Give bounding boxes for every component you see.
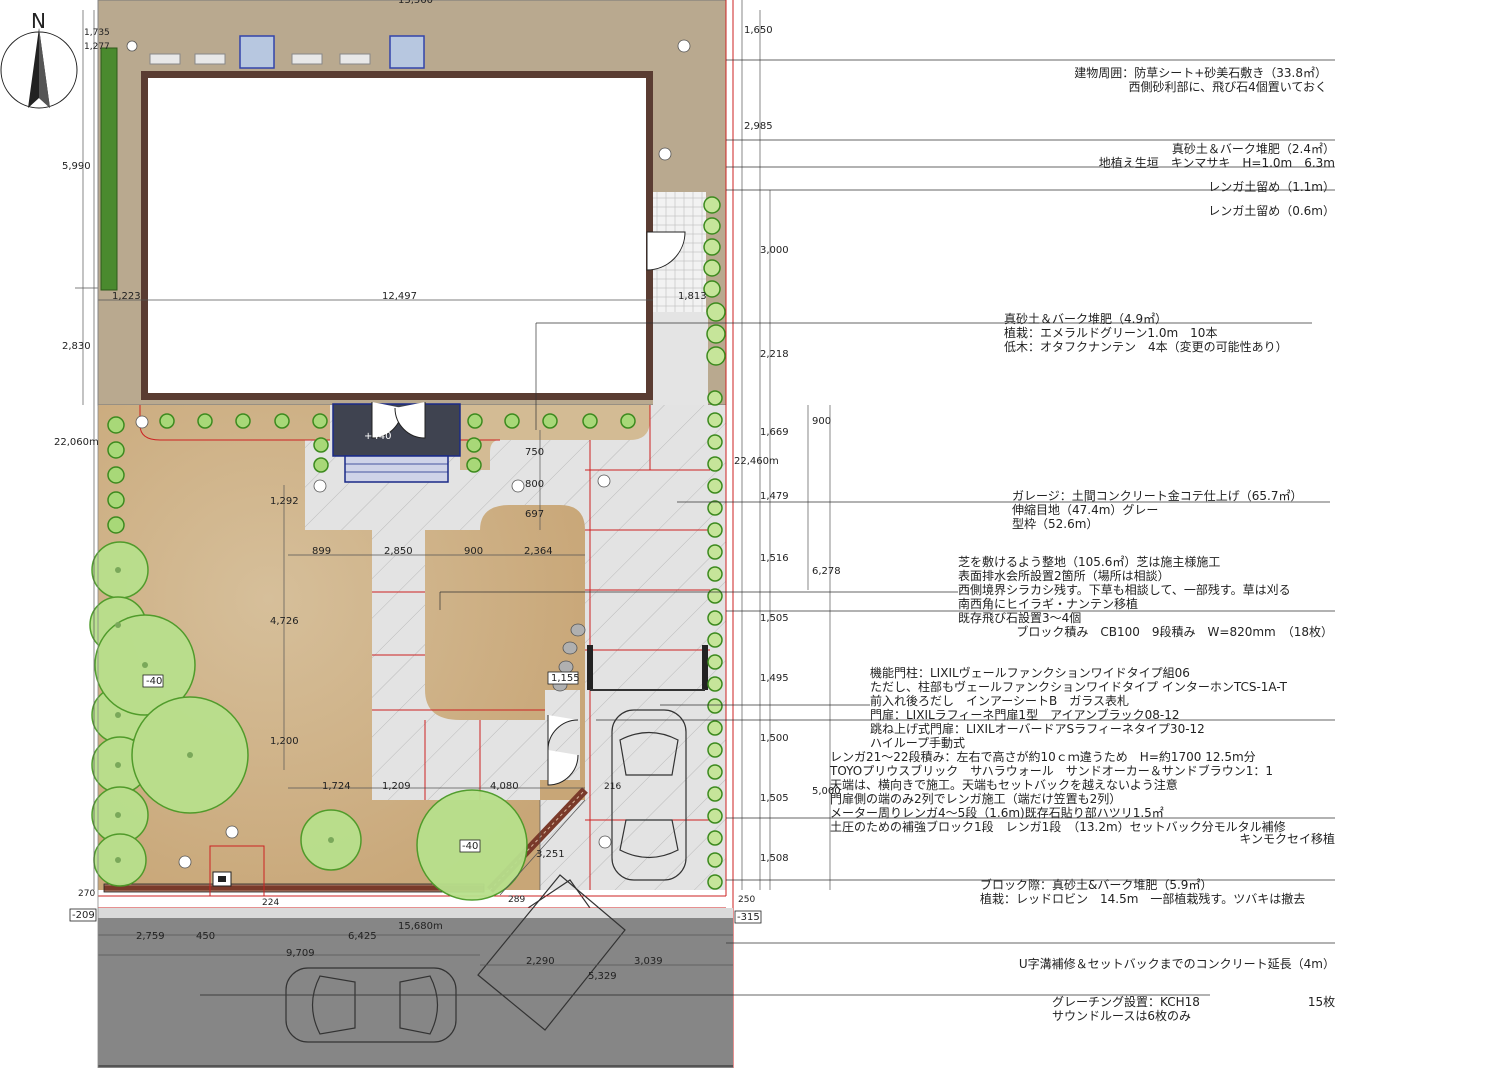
dim-right-5: 1,669: [760, 427, 789, 438]
note-brick-retaining-2: レンガ土留め（0.6m）: [1208, 204, 1335, 218]
hedge-strip: [101, 48, 117, 290]
dim-inner-6: 750: [525, 447, 545, 458]
dim-inner-9: 4,726: [270, 616, 299, 627]
level-road-right: -315: [737, 912, 760, 923]
entrance-level: +440: [364, 431, 392, 442]
dim-inner-11: 1,200: [270, 736, 299, 747]
dim-inner-1: 1,292: [270, 496, 299, 507]
dim-road-6: 15,680m: [398, 921, 443, 932]
north-arrow-icon: [0, 28, 78, 109]
south-block-wall: [103, 883, 485, 893]
dim-right-1: 1,650: [744, 25, 773, 36]
north-label: N: [31, 9, 46, 33]
dim-inner-8: 697: [525, 509, 545, 520]
dim-inner-3: 2,850: [384, 546, 413, 557]
dim-right-3: 3,000: [760, 245, 789, 256]
dim-left-4: 2,830: [62, 341, 91, 352]
dim-right-6278: 6,278: [812, 566, 841, 577]
dim-inner-10: 1,155: [551, 673, 580, 684]
level-lawn-right: -40: [462, 841, 479, 852]
dim-inner-14: 4,080: [490, 781, 519, 792]
dim-right-900: 900: [812, 416, 832, 427]
dim-inner-13: 1,209: [382, 781, 411, 792]
dim-right-9: 1,495: [760, 673, 789, 684]
dim-right-10: 1,500: [760, 733, 789, 744]
building-right-dim: 1,813: [678, 291, 707, 302]
dim-inner-7: 800: [525, 479, 545, 490]
dim-road-5: 6,425: [348, 931, 377, 942]
dim-left-2: 1,277: [84, 42, 110, 52]
building-width-dim: 12,497: [382, 291, 417, 302]
dim-right-total: 22,460m: [734, 456, 779, 467]
dim-right-250: 250: [738, 895, 756, 905]
dim-right-12: 1,508: [760, 853, 789, 864]
dim-road-7: 2,290: [526, 956, 555, 967]
note-grating: グレーチング設置：KCH18 15枚 サウンドルースは6枚のみ: [1052, 995, 1336, 1023]
dim-road-8: 3,039: [634, 956, 663, 967]
note-building-perimeter: 建物周囲：防草シート+砂美石敷き（33.8㎡） 西側砂利部に、飛び石4個置いておく: [1074, 66, 1327, 94]
dim-left-total: 22,060m: [54, 437, 99, 448]
level-lawn-left: -40: [146, 676, 163, 687]
note-block-edge-planting: ブロック際：真砂土&バーク堆肥（5.9㎡） 植栽：レッドロビン 14.5m 一部植…: [980, 878, 1306, 906]
note-brick-wall: レンガ21～22段積み：左右で高さが約10ｃｍ違うため H=約1700 12.5…: [830, 750, 1286, 834]
dim-inner-17: 289: [508, 895, 526, 905]
dim-road-4: 9,709: [286, 948, 315, 959]
dim-inner-5: 2,364: [524, 546, 553, 557]
note-east-planting: 真砂土＆バーク堆肥（4.9㎡） 植栽：エメラルドグリーン1.0m 10本 低木：オタ…: [1004, 312, 1288, 354]
dim-inner-15: 216: [604, 782, 622, 792]
dim-right-7: 1,516: [760, 553, 789, 564]
dim-inner-2: 899: [312, 546, 332, 557]
dim-left-1: 1,735: [84, 28, 110, 38]
dim-right-11: 1,505: [760, 793, 789, 804]
dim-inner-16: 3,251: [536, 849, 565, 860]
building-left-dim: 1,223: [112, 291, 141, 302]
dim-inner-4: 900: [464, 546, 484, 557]
level-road-left: -209: [72, 910, 95, 921]
dim-right-6: 1,479: [760, 491, 789, 502]
building-top-dim: 13,560: [398, 0, 433, 6]
dim-road-10: 224: [262, 898, 280, 908]
dim-left-3: 5,990: [62, 161, 91, 172]
dim-road-9: 5,329: [588, 971, 617, 982]
dim-right-8: 1,505: [760, 613, 789, 624]
dim-inner-12: 1,724: [322, 781, 351, 792]
dim-road-3: 450: [196, 931, 216, 942]
dim-road-2: 2,759: [136, 931, 165, 942]
road: [98, 918, 733, 1068]
dim-right-2: 2,985: [744, 121, 773, 132]
dim-right-4: 2,218: [760, 349, 789, 360]
dim-road-1: 270: [78, 889, 96, 899]
